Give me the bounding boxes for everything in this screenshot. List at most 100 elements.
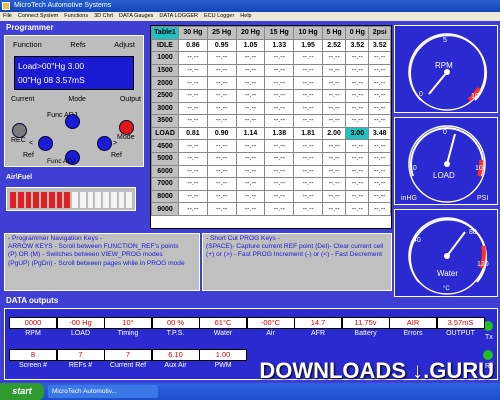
table-cell[interactable]: 1.33 — [264, 38, 295, 53]
ref-right-button[interactable] — [97, 136, 112, 151]
menu-file[interactable]: File — [0, 12, 15, 21]
table-cell[interactable]: 0.95 — [206, 38, 237, 53]
func-adj-up-button[interactable] — [65, 114, 80, 129]
table-cell[interactable]: --.-- — [206, 189, 237, 204]
table-cell[interactable]: --.-- — [264, 114, 295, 128]
table-cell[interactable]: --.-- — [368, 63, 391, 78]
table-cell[interactable]: --.-- — [206, 177, 237, 191]
table-cell[interactable]: --.-- — [178, 177, 208, 191]
table-cell[interactable]: --.-- — [293, 139, 323, 153]
table-cell[interactable]: --.-- — [345, 151, 370, 166]
table-cell[interactable]: --.-- — [345, 139, 370, 153]
table-cell[interactable]: 3.48 — [368, 126, 391, 141]
table-cell[interactable]: --.-- — [293, 101, 323, 116]
table-cell[interactable]: --.-- — [235, 76, 266, 90]
table-cell[interactable]: 3.00 — [345, 126, 370, 141]
table-cell[interactable]: --.-- — [321, 189, 347, 204]
table-cell[interactable]: --.-- — [264, 189, 295, 204]
mode-button[interactable] — [119, 120, 134, 135]
table-cell[interactable]: --.-- — [235, 177, 266, 191]
menu-functions[interactable]: Functions — [61, 12, 91, 21]
table-cell[interactable]: --.-- — [368, 139, 391, 153]
table-cell[interactable]: --.-- — [206, 202, 237, 216]
table-cell[interactable]: --.-- — [293, 88, 323, 103]
table-cell[interactable]: --.-- — [235, 63, 266, 78]
table-cell[interactable]: --.-- — [293, 202, 323, 216]
table-cell[interactable]: --.-- — [321, 88, 347, 103]
table-cell[interactable]: --.-- — [321, 51, 347, 65]
table-cell[interactable]: 0.81 — [178, 126, 208, 141]
table-cell[interactable]: --.-- — [321, 202, 347, 216]
table-cell[interactable]: 0.86 — [178, 38, 208, 53]
table-cell[interactable]: --.-- — [206, 63, 237, 78]
table-cell[interactable]: --.-- — [178, 151, 208, 166]
table-cell[interactable]: --.-- — [321, 76, 347, 90]
table-cell[interactable]: --.-- — [368, 189, 391, 204]
ref-left-button[interactable] — [38, 136, 53, 151]
start-button[interactable]: start — [0, 383, 44, 400]
table-cell[interactable]: --.-- — [235, 88, 266, 103]
table-cell[interactable]: --.-- — [264, 202, 295, 216]
menu-data-logger[interactable]: DATA LOGGER — [156, 12, 201, 21]
table-cell[interactable]: --.-- — [178, 189, 208, 204]
table-cell[interactable]: --.-- — [293, 151, 323, 166]
table-cell[interactable]: --.-- — [178, 202, 208, 216]
table-cell[interactable]: --.-- — [345, 164, 370, 179]
table-cell[interactable]: --.-- — [368, 177, 391, 191]
table-cell[interactable]: 1.81 — [293, 126, 323, 141]
table-cell[interactable]: --.-- — [235, 189, 266, 204]
table-cell[interactable]: 3.52 — [368, 38, 391, 53]
table-cell[interactable]: --.-- — [293, 177, 323, 191]
table-cell[interactable]: --.-- — [321, 114, 347, 128]
table-cell[interactable]: --.-- — [345, 101, 370, 116]
table-cell[interactable]: --.-- — [264, 177, 295, 191]
menu-ecu-logger[interactable]: ECU Logger — [201, 12, 237, 21]
table-cell[interactable]: --.-- — [368, 88, 391, 103]
table-cell[interactable]: --.-- — [178, 51, 208, 65]
table-cell[interactable]: --.-- — [345, 202, 370, 216]
table-cell[interactable]: --.-- — [368, 114, 391, 128]
table-cell[interactable]: --.-- — [264, 76, 295, 90]
table-cell[interactable]: --.-- — [235, 114, 266, 128]
table-cell[interactable]: --.-- — [206, 76, 237, 90]
table-cell[interactable]: --.-- — [235, 164, 266, 179]
table-cell[interactable]: --.-- — [206, 151, 237, 166]
table-cell[interactable]: --.-- — [264, 88, 295, 103]
table-cell[interactable]: --.-- — [235, 139, 266, 153]
menu-help[interactable]: Help — [237, 12, 254, 21]
table-cell[interactable]: --.-- — [368, 76, 391, 90]
rec-button[interactable] — [12, 123, 27, 138]
table-cell[interactable]: 1.95 — [293, 38, 323, 53]
table-cell[interactable]: --.-- — [345, 189, 370, 204]
table-cell[interactable]: --.-- — [264, 151, 295, 166]
table-cell[interactable]: --.-- — [178, 63, 208, 78]
table-cell[interactable]: --.-- — [178, 76, 208, 90]
table-cell[interactable]: --.-- — [235, 51, 266, 65]
table-cell[interactable]: --.-- — [368, 164, 391, 179]
table-cell[interactable]: --.-- — [178, 114, 208, 128]
table-cell[interactable]: --.-- — [235, 202, 266, 216]
table-cell[interactable]: --.-- — [293, 189, 323, 204]
menu-data-gauges[interactable]: DATA Gauges — [116, 12, 156, 21]
table-cell[interactable]: --.-- — [321, 101, 347, 116]
table-cell[interactable]: --.-- — [293, 76, 323, 90]
table-cell[interactable]: --.-- — [321, 139, 347, 153]
table-cell[interactable]: --.-- — [264, 51, 295, 65]
table-cell[interactable]: --.-- — [321, 151, 347, 166]
table-cell[interactable]: --.-- — [264, 101, 295, 116]
table-cell[interactable]: --.-- — [293, 114, 323, 128]
table-cell[interactable]: --.-- — [345, 63, 370, 78]
table-cell[interactable]: 1.38 — [264, 126, 295, 141]
table-cell[interactable]: --.-- — [206, 164, 237, 179]
table-cell[interactable]: --.-- — [206, 139, 237, 153]
table-cell[interactable]: --.-- — [206, 88, 237, 103]
table-cell[interactable]: --.-- — [368, 101, 391, 116]
table-cell[interactable]: --.-- — [235, 101, 266, 116]
fuel-map-grid[interactable]: Table1 30 Hg 25 Hg 20 Hg 15 Hg 10 Hg 5 Hg 0 Hg 2… — [151, 26, 391, 216]
fuel-map-table[interactable]: Table1 30 Hg 25 Hg 20 Hg 15 Hg 10 Hg 5 Hg 0 Hg 2… — [150, 25, 392, 229]
table-cell[interactable]: --.-- — [206, 51, 237, 65]
table-cell[interactable]: --.-- — [293, 63, 323, 78]
table-cell[interactable]: --.-- — [178, 139, 208, 153]
table-cell[interactable]: --.-- — [206, 114, 237, 128]
table-cell[interactable]: --.-- — [178, 88, 208, 103]
